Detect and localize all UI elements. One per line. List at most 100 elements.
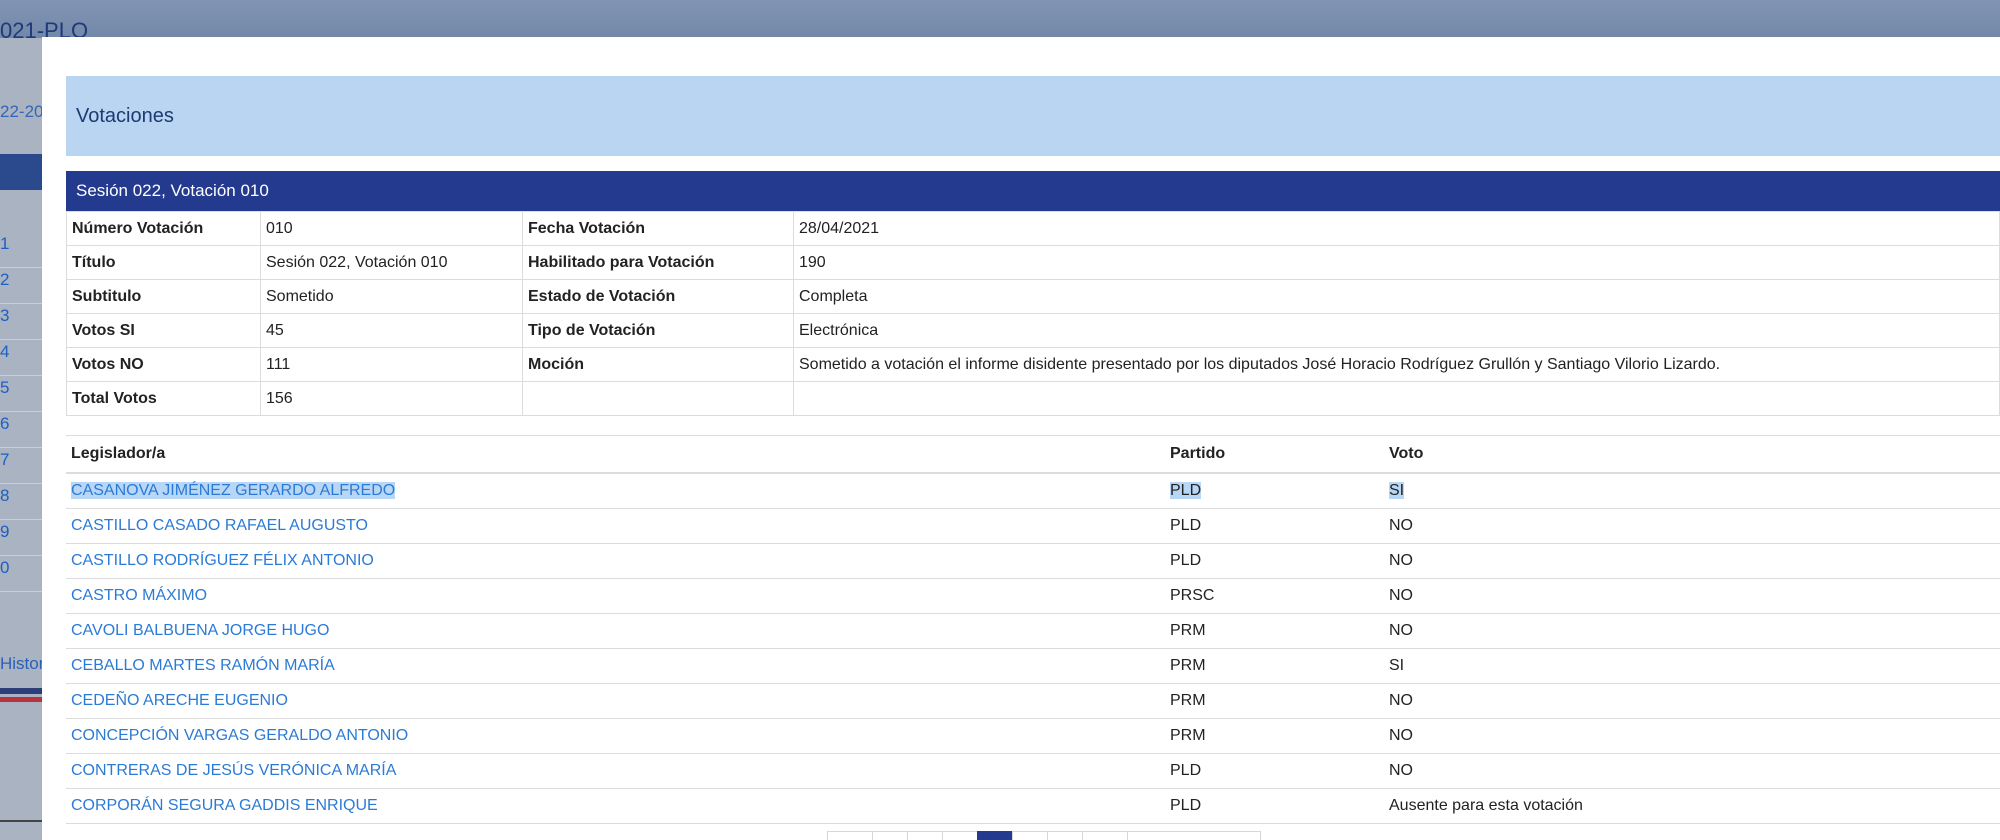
pagination-page-button[interactable] — [1012, 831, 1048, 840]
background-number-list: 1 2 3 4 5 6 7 8 9 0 — [0, 232, 42, 592]
legislator-name-link[interactable]: CASANOVA JIMÉNEZ GERARDO ALFREDO — [66, 473, 1165, 509]
vote-cell: SI — [1384, 648, 2000, 684]
background-list-item: 7 — [0, 448, 42, 484]
info-value: Sometido — [260, 279, 523, 314]
legislator-name-link[interactable]: CONCEPCIÓN VARGAS GERALDO ANTONIO — [66, 718, 1165, 754]
session-panel-header: Sesión 022, Votación 010 — [66, 171, 2000, 211]
info-row: Votos NO 111 Moción Sometido a votación … — [66, 347, 2000, 382]
column-header-party[interactable]: Partido — [1165, 435, 1384, 474]
background-list-item: 5 — [0, 376, 42, 412]
pagination-page-button[interactable] — [942, 831, 978, 840]
legislator-name-link[interactable]: CORPORÁN SEGURA GADDIS ENRIQUE — [66, 788, 1165, 824]
background-history-link: Histori — [0, 654, 49, 673]
legislator-name-link[interactable]: CEDEÑO ARECHE EUGENIO — [66, 683, 1165, 719]
vote-cell: Ausente para esta votación — [1384, 788, 2000, 824]
votes-header-row: Legislador/a Partido Voto — [66, 435, 2000, 474]
table-row: CONTRERAS DE JESÚS VERÓNICA MARÍA PLD NO — [66, 753, 2000, 789]
party-cell: PRM — [1165, 613, 1384, 649]
background-divider — [0, 820, 42, 822]
vote-cell: NO — [1384, 613, 2000, 649]
party-cell: PLD — [1165, 788, 1384, 824]
column-header-legislator[interactable]: Legislador/a — [66, 435, 1165, 474]
background-nav-bar — [0, 154, 42, 190]
info-value: 190 — [793, 245, 2000, 280]
legislator-name-link[interactable]: CAVOLI BALBUENA JORGE HUGO — [66, 613, 1165, 649]
info-label: Número Votación — [66, 211, 261, 246]
table-row: CASANOVA JIMÉNEZ GERARDO ALFREDO PLD SI — [66, 473, 2000, 509]
vote-cell: NO — [1384, 508, 2000, 544]
vote-cell: NO — [1384, 718, 2000, 754]
table-row: CAVOLI BALBUENA JORGE HUGO PRM NO — [66, 613, 2000, 649]
info-value: Electrónica — [793, 313, 2000, 348]
legislator-votes-table: Legislador/a Partido Voto CASANOVA JIMÉN… — [66, 435, 2000, 824]
background-list-item: 3 — [0, 304, 42, 340]
party-cell: PLD — [1165, 543, 1384, 579]
party-cell: PLD — [1165, 753, 1384, 789]
background-list-item: 2 — [0, 268, 42, 304]
info-row: Título Sesión 022, Votación 010 Habilita… — [66, 245, 2000, 280]
votaciones-modal: Votaciones Sesión 022, Votación 010 Núme… — [42, 37, 2000, 840]
vote-text: SI — [1389, 482, 1405, 499]
legislator-name-link[interactable]: CONTRERAS DE JESÚS VERÓNICA MARÍA — [66, 753, 1165, 789]
vote-cell: NO — [1384, 683, 2000, 719]
pagination-page-button[interactable] — [907, 831, 943, 840]
party-cell: PRM — [1165, 718, 1384, 754]
background-list-item: 0 — [0, 556, 42, 592]
info-value: Sometido a votación el informe disidente… — [793, 347, 2000, 382]
info-empty-cell — [522, 381, 794, 416]
info-label: Votos SI — [66, 313, 261, 348]
party-cell: PRM — [1165, 648, 1384, 684]
info-value: 156 — [260, 381, 523, 416]
modal-title: Votaciones — [76, 105, 174, 127]
info-label: Estado de Votación — [522, 279, 794, 314]
background-list-item: 8 — [0, 484, 42, 520]
party-cell: PRM — [1165, 683, 1384, 719]
table-row: CORPORÁN SEGURA GADDIS ENRIQUE PLD Ausen… — [66, 788, 2000, 824]
legislator-name-link[interactable]: CEBALLO MARTES RAMÓN MARÍA — [66, 648, 1165, 684]
vote-cell: NO — [1384, 543, 2000, 579]
info-label: Habilitado para Votación — [522, 245, 794, 280]
party-cell: PLD — [1165, 473, 1384, 509]
info-label: Moción — [522, 347, 794, 382]
info-value: Sesión 022, Votación 010 — [260, 245, 523, 280]
info-row: Votos SI 45 Tipo de Votación Electrónica — [66, 313, 2000, 348]
info-row: Número Votación 010 Fecha Votación 28/04… — [66, 211, 2000, 246]
table-row: CONCEPCIÓN VARGAS GERALDO ANTONIO PRM NO — [66, 718, 2000, 754]
table-row: CASTRO MÁXIMO PRSC NO — [66, 578, 2000, 614]
background-list-item: 1 — [0, 232, 42, 268]
legislator-name-link[interactable]: CASTRO MÁXIMO — [66, 578, 1165, 614]
pagination-current-page[interactable] — [977, 831, 1013, 840]
info-value: 28/04/2021 — [793, 211, 2000, 246]
pagination-prev-button[interactable] — [827, 831, 873, 840]
pagination-page-button[interactable] — [1082, 831, 1128, 840]
party-text: PLD — [1170, 482, 1202, 499]
pagination-page-button[interactable] — [872, 831, 908, 840]
party-cell: PLD — [1165, 508, 1384, 544]
pagination-page-button[interactable] — [1047, 831, 1083, 840]
info-label: Fecha Votación — [522, 211, 794, 246]
background-list-item: 6 — [0, 412, 42, 448]
info-label: Título — [66, 245, 261, 280]
info-value: 45 — [260, 313, 523, 348]
vote-cell: SI — [1384, 473, 2000, 509]
table-row: CASTILLO CASADO RAFAEL AUGUSTO PLD NO — [66, 508, 2000, 544]
legislator-name-link[interactable]: CASTILLO RODRÍGUEZ FÉLIX ANTONIO — [66, 543, 1165, 579]
info-label: Tipo de Votación — [522, 313, 794, 348]
info-label: Total Votos — [66, 381, 261, 416]
info-label: Votos NO — [66, 347, 261, 382]
info-label: Subtitulo — [66, 279, 261, 314]
info-row: Total Votos 156 — [66, 381, 2000, 416]
vote-info-table: Número Votación 010 Fecha Votación 28/04… — [66, 211, 2000, 416]
background-stripe-red — [0, 697, 42, 702]
background-list-item: 9 — [0, 520, 42, 556]
pagination-next-button[interactable] — [1127, 831, 1261, 840]
background-list-item: 4 — [0, 340, 42, 376]
table-row: CEBALLO MARTES RAMÓN MARÍA PRM SI — [66, 648, 2000, 684]
column-header-vote[interactable]: Voto — [1384, 435, 2000, 474]
vote-cell: NO — [1384, 753, 2000, 789]
legislator-name-link[interactable]: CASTILLO CASADO RAFAEL AUGUSTO — [66, 508, 1165, 544]
session-panel-title: Sesión 022, Votación 010 — [76, 181, 269, 200]
vote-cell: NO — [1384, 578, 2000, 614]
info-empty-cell — [793, 381, 2000, 416]
party-cell: PRSC — [1165, 578, 1384, 614]
